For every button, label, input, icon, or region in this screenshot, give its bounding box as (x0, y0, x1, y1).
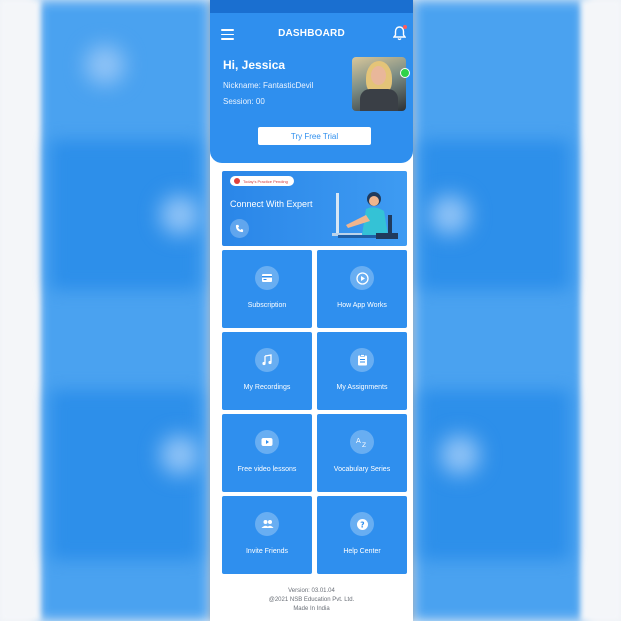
blur-tile (50, 390, 200, 560)
dashboard-header: DASHBOARD Hi, Jessica Nickname: Fantasti… (210, 13, 413, 163)
tile-my-recordings[interactable]: My Recordings (222, 332, 312, 410)
version-text: Version: 03.01.04 (288, 588, 335, 594)
help-icon: ? (350, 512, 374, 536)
bell-icon[interactable] (392, 25, 407, 41)
connect-expert-card[interactable]: Today's Practice Pending Connect With Ex… (222, 171, 407, 246)
az-icon: AZ (350, 430, 374, 454)
blur-circle (430, 195, 470, 235)
blur-tile (420, 390, 570, 560)
blur-edge-right (581, 0, 621, 621)
try-free-trial-button[interactable]: Try Free Trial (258, 127, 371, 145)
alert-icon (234, 178, 240, 184)
tile-label: How App Works (337, 302, 387, 309)
tile-free-video-lessons[interactable]: Free video lessons (222, 414, 312, 492)
tile-label: Free video lessons (237, 466, 297, 473)
notification-dot (403, 25, 407, 29)
tile-subscription[interactable]: Subscription (222, 250, 312, 328)
music-note-icon (255, 348, 279, 372)
svg-text:?: ? (360, 520, 364, 529)
tile-label: Subscription (247, 302, 287, 309)
svg-text:Z: Z (362, 442, 366, 448)
tile-label: My Assignments (336, 384, 388, 391)
online-status-dot (400, 68, 410, 78)
page-title: DASHBOARD (278, 28, 345, 39)
blur-circle (440, 435, 480, 475)
copyright-text: @2021 NSB Education Pvt. Ltd. (268, 597, 355, 603)
subscription-icon (255, 266, 279, 290)
video-icon (255, 430, 279, 454)
blur-circle (160, 195, 200, 235)
tile-label: Invite Friends (245, 548, 289, 555)
hamburger-menu-icon[interactable] (221, 29, 234, 40)
tile-help-center[interactable]: ? Help Center (317, 496, 407, 574)
status-bar (210, 0, 413, 13)
people-icon (255, 512, 279, 536)
tile-label: Vocabulary Series (333, 466, 391, 473)
phone-screen: DASHBOARD Hi, Jessica Nickname: Fantasti… (210, 0, 413, 621)
blur-circle (85, 45, 125, 85)
play-icon (350, 266, 374, 290)
nickname-text: Nickname: FantasticDevil (223, 81, 314, 90)
clipboard-icon (350, 348, 374, 372)
svg-text:A: A (356, 437, 361, 445)
blur-edge-left (0, 0, 40, 621)
tile-label: My Recordings (243, 384, 291, 391)
phone-icon (235, 224, 244, 233)
made-in-text: Made In India (293, 606, 330, 612)
expert-illustration-icon (332, 192, 398, 239)
badge-label: Today's Practice Pending (243, 178, 288, 184)
call-button[interactable] (230, 219, 249, 238)
expert-card-title: Connect With Expert (230, 199, 313, 209)
tile-how-app-works[interactable]: How App Works (317, 250, 407, 328)
tile-label: Help Center (343, 548, 381, 555)
tile-my-assignments[interactable]: My Assignments (317, 332, 407, 410)
greeting-text: Hi, Jessica (223, 58, 286, 72)
avatar[interactable] (352, 57, 406, 111)
session-text: Session: 00 (223, 97, 265, 106)
app-footer: Version: 03.01.04 @2021 NSB Education Pv… (210, 587, 413, 614)
tile-invite-friends[interactable]: Invite Friends (222, 496, 312, 574)
tile-vocabulary-series[interactable]: AZ Vocabulary Series (317, 414, 407, 492)
blur-circle (160, 435, 200, 475)
practice-pending-badge[interactable]: Today's Practice Pending (230, 176, 294, 186)
